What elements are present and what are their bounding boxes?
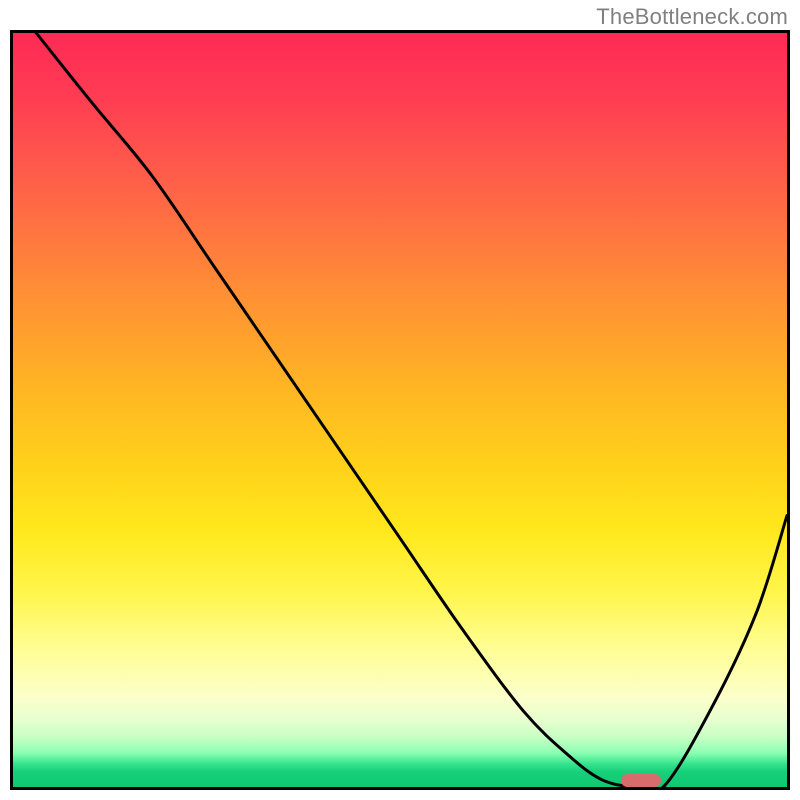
- bottleneck-curve: [13, 33, 787, 787]
- chart-frame: [10, 30, 790, 790]
- watermark-text: TheBottleneck.com: [596, 4, 788, 30]
- optimal-marker: [621, 774, 662, 787]
